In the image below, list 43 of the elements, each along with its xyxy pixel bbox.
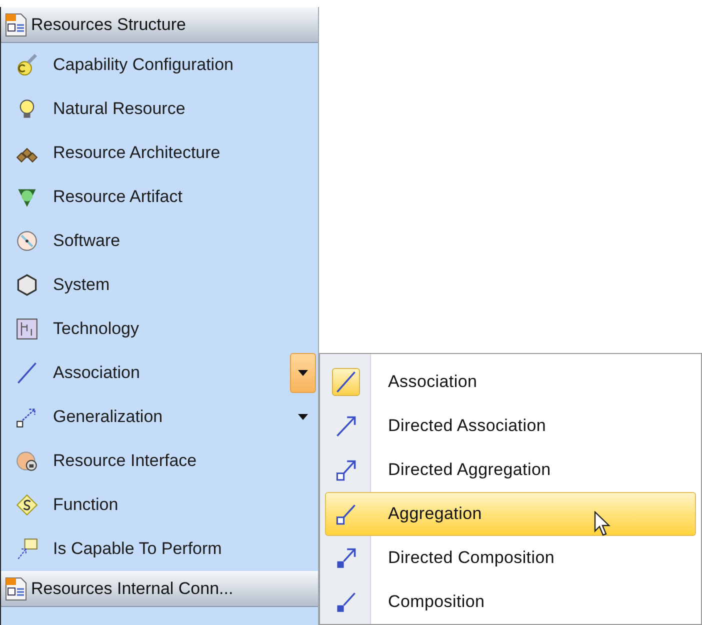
- caret-icon: [298, 414, 308, 420]
- palette-item[interactable]: Function: [53, 492, 118, 518]
- hollow-square-line-icon: [335, 503, 357, 525]
- menu-item-highlight[interactable]: Aggregation: [325, 492, 696, 536]
- palette-group-header[interactable]: Resources Structure: [1, 7, 318, 43]
- palette-item[interactable]: Generalization: [53, 404, 163, 430]
- dropdown-button[interactable]: [290, 353, 316, 393]
- palette-item[interactable]: System: [53, 272, 110, 298]
- document-icon: [4, 576, 28, 600]
- menu-item-label: Directed Aggregation: [388, 459, 551, 482]
- menu-item-label: Composition: [388, 591, 485, 614]
- mouse-cursor-icon: [594, 511, 611, 537]
- palette-item[interactable]: Natural Resource: [53, 96, 186, 122]
- menu-item-label: Association: [388, 371, 478, 394]
- menu-item-label: Aggregation: [388, 503, 482, 526]
- menu-item-label: Directed Composition: [388, 547, 555, 570]
- palette-item[interactable]: Resource Interface: [53, 448, 197, 474]
- diamond-s-icon: [16, 494, 38, 516]
- group-title: Resources Structure: [31, 14, 186, 36]
- document-icon: [4, 12, 28, 36]
- filled-square-arrow-icon: [335, 547, 357, 569]
- palette-group-header[interactable]: Resources Internal Conn...: [1, 571, 318, 607]
- dashed-arrow-icon: [16, 406, 38, 428]
- palette-item[interactable]: Resource Architecture: [53, 140, 220, 166]
- palette-item[interactable]: Software: [53, 228, 120, 254]
- caret-icon: [298, 370, 308, 376]
- palette-item[interactable]: Resource Artifact: [53, 184, 182, 210]
- group-title: Resources Internal Conn...: [31, 578, 234, 600]
- arrow-icon: [335, 415, 357, 437]
- dashed-arrow-box-icon: [16, 538, 38, 560]
- line-icon: [16, 362, 38, 384]
- filled-square-line-icon: [335, 591, 357, 613]
- palette-item[interactable]: Association: [53, 360, 140, 386]
- diagram-icon: [16, 318, 38, 340]
- circle-icon: [16, 450, 38, 472]
- palette-item[interactable]: Capability Configuration: [53, 52, 234, 78]
- palette-item[interactable]: Is Capable To Perform: [53, 536, 222, 562]
- hollow-square-arrow-icon: [335, 459, 357, 481]
- menu-item-label: Directed Association: [388, 415, 546, 438]
- disc-icon: [16, 230, 38, 252]
- capability-icon: [16, 54, 38, 76]
- palette-item[interactable]: Technology: [53, 316, 140, 342]
- hexagon-icon: [16, 274, 38, 296]
